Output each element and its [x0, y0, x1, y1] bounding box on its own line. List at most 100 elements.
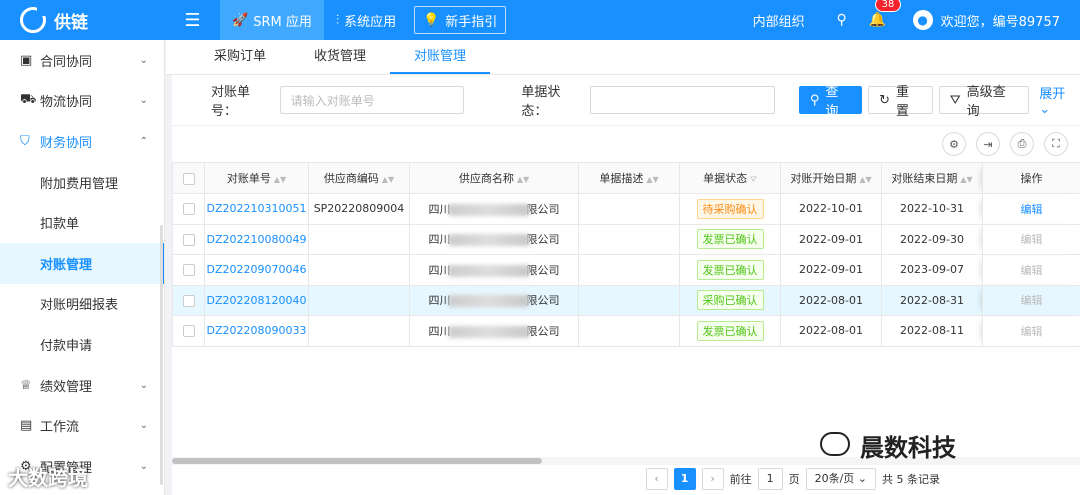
nav-srm-app[interactable]: 🚀 SRM 应用 [220, 0, 324, 40]
row-checkbox[interactable] [172, 223, 205, 255]
prev-page-button[interactable]: ‹ [645, 468, 668, 490]
fullscreen-icon[interactable]: ⛶ [1044, 132, 1068, 156]
scrollbar-thumb[interactable] [172, 458, 542, 464]
end-date: 2022-10-31 [881, 193, 983, 225]
sidebar-item-contract[interactable]: ▣ 合同协同 ⌄ [0, 40, 164, 81]
reconciliation-table: 对账单号 ▲▼ 供应商编码 ▲▼ 供应商名称 ▲▼ 单据描述 ▲▼ 单据状态 ⛛ 对账开始… [172, 162, 1080, 347]
column-header[interactable]: 对账结束日期 ▲▼ [881, 162, 983, 194]
reconciliation-no-link[interactable]: DZ202210310051 [204, 193, 309, 225]
sidebar-item-reconciliation-report[interactable]: 对账明细报表 [0, 284, 164, 325]
table-row[interactable]: DZ202209070046 四川 限公司 发票已确认 2022-09-01 20… [172, 254, 1080, 286]
end-date: 2022-08-11 [881, 315, 983, 347]
end-date: 2023-09-07 [881, 254, 983, 286]
reconciliation-no-link[interactable]: DZ202209070046 [204, 254, 309, 286]
trophy-icon: ♕ [20, 377, 32, 393]
welcome-text[interactable]: 欢迎您，编号89757 [941, 11, 1060, 30]
doc-status: 采购已确认 [679, 284, 781, 316]
chevron-down-icon: ⌄ [139, 54, 148, 66]
column-header[interactable]: 单据状态 ⛛ [679, 162, 781, 194]
redacted-block [448, 325, 529, 338]
chevron-down-icon: ⌄ [139, 95, 148, 107]
table-row[interactable]: DZ202208090033 四川 限公司 发票已确认 2022-08-01 20… [172, 315, 1080, 347]
tab-receiving[interactable]: 收货管理 [290, 40, 390, 74]
filter-bar: 对账单号： 请输入对账单号 单据状态： ⚲ 查询 ↻ 重置 ⛛ 高级查询 展开 … [172, 75, 1080, 125]
logo-icon [20, 6, 47, 33]
sidebar-item-deduction[interactable]: 扣款单 [0, 202, 164, 243]
select-all-checkbox[interactable] [172, 162, 205, 194]
chevron-up-icon: ⌃ [139, 135, 148, 147]
notification-badge: 38 [874, 0, 902, 12]
lightbulb-icon: 💡 [423, 12, 440, 28]
goto-label: 前往 [729, 473, 752, 486]
search-icon: ⚲ [809, 92, 820, 108]
sort-icon: ▲▼ [273, 175, 287, 184]
reset-button[interactable]: ↻ 重置 [868, 85, 933, 119]
nav-system-app[interactable]: ⫶ 系统应用 [324, 0, 408, 40]
table-row[interactable]: DZ202210080049 四川 限公司 发票已确认 2022-09-01 20… [172, 223, 1080, 255]
column-header[interactable]: 单据描述 ▲▼ [578, 162, 680, 194]
chevron-down-icon: ⌄ [1039, 102, 1051, 117]
reconciliation-no-link[interactable]: DZ202210080049 [204, 223, 309, 255]
doc-description [578, 193, 680, 225]
export-icon[interactable]: ⇥ [976, 132, 1000, 156]
tab-reconciliation[interactable]: 对账管理 [390, 40, 491, 74]
row-checkbox[interactable] [172, 284, 205, 316]
start-date: 2022-08-01 [780, 284, 882, 316]
sidebar-item-logistics[interactable]: ⛟ 物流协同 ⌄ [0, 81, 164, 122]
print-icon[interactable]: ⎙ [1010, 132, 1034, 156]
column-header[interactable]: 对账单号 ▲▼ [204, 162, 309, 194]
sidebar-item-performance[interactable]: ♕ 绩效管理 ⌄ [0, 365, 164, 406]
sidebar-item-payment-request[interactable]: 付款申请 [0, 324, 164, 365]
row-checkbox[interactable] [172, 254, 205, 286]
row-checkbox[interactable] [172, 193, 205, 225]
advanced-query-button[interactable]: ⛛ 高级查询 [938, 85, 1030, 119]
reconciliation-no-link[interactable]: DZ202208090033 [204, 315, 309, 347]
start-date: 2022-09-01 [780, 223, 882, 255]
reconciliation-no-link[interactable]: DZ202208120040 [204, 284, 309, 316]
column-header[interactable]: 对账开始日期 ▲▼ [780, 162, 882, 194]
sort-icon: ▲▼ [516, 175, 530, 184]
page-size-select[interactable]: 20条/页 ⌄ [805, 468, 876, 490]
pagination: ‹ 1 › 前往 1 页 20条/页 ⌄ 共 5 条记录 [645, 467, 1080, 491]
bell-icon[interactable]: 🔔 38 [869, 0, 902, 28]
start-date: 2022-10-01 [780, 193, 882, 225]
sidebar-item-extra-fee[interactable]: 附加费用管理 [0, 162, 164, 203]
watermark-left: 大数跨境 [8, 466, 88, 490]
watermark-right: 晨数科技 [860, 434, 956, 462]
table-row[interactable]: DZ202210310051 SP20220809004 四川 限公司 待采购确认… [172, 193, 1080, 225]
supplier-code [308, 284, 410, 316]
column-header[interactable]: 供应商编码 ▲▼ [308, 162, 410, 194]
sidebar-item-reconciliation[interactable]: 对账管理 [0, 242, 164, 284]
sort-icon: ▲▼ [960, 175, 973, 184]
column-header[interactable]: 供应商名称 ▲▼ [409, 162, 579, 194]
doc-status: 发票已确认 [679, 223, 781, 255]
supplier-code [308, 223, 410, 255]
avatar[interactable]: ● [912, 10, 933, 30]
filter-icon: ⛛ [949, 92, 961, 108]
expand-link[interactable]: 展开 ⌄ [1039, 83, 1080, 117]
guide-button[interactable]: 💡 新手指引 [414, 6, 507, 34]
edit-link[interactable]: 编辑 [982, 193, 1080, 225]
edit-link-disabled: 编辑 [982, 284, 1080, 316]
table-toolbar: ⚙ ⇥ ⎙ ⛶ [172, 125, 1080, 162]
sidebar-item-workflow[interactable]: ▤ 工作流 ⌄ [0, 405, 164, 446]
settings-icon[interactable]: ⚙ [942, 132, 966, 156]
sort-icon: ▲▼ [381, 175, 395, 184]
tab-purchase-order[interactable]: 采购订单 [190, 40, 290, 74]
doc-status-select[interactable] [590, 86, 775, 114]
goto-input[interactable]: 1 [757, 468, 783, 490]
reconciliation-no-input[interactable]: 请输入对账单号 [279, 86, 465, 114]
page-number[interactable]: 1 [673, 468, 696, 490]
next-page-button[interactable]: › [701, 468, 724, 490]
table-row[interactable]: DZ202208120040 四川 限公司 采购已确认 2022-08-01 20… [172, 284, 1080, 316]
app-logo[interactable]: 供链 [0, 0, 165, 40]
row-checkbox[interactable] [172, 315, 205, 347]
menu-toggle-icon[interactable]: ☰ [165, 10, 220, 31]
sidebar-item-finance[interactable]: ⛉ 财务协同 ⌃ [0, 121, 164, 162]
sidebar-scrollbar[interactable] [160, 225, 163, 485]
start-date: 2022-09-01 [780, 254, 882, 286]
query-button[interactable]: ⚲ 查询 [798, 85, 863, 119]
status-badge: 发票已确认 [696, 229, 764, 250]
org-switch[interactable]: 内部组织 [753, 11, 805, 30]
search-icon[interactable]: ⚲ [827, 12, 857, 28]
